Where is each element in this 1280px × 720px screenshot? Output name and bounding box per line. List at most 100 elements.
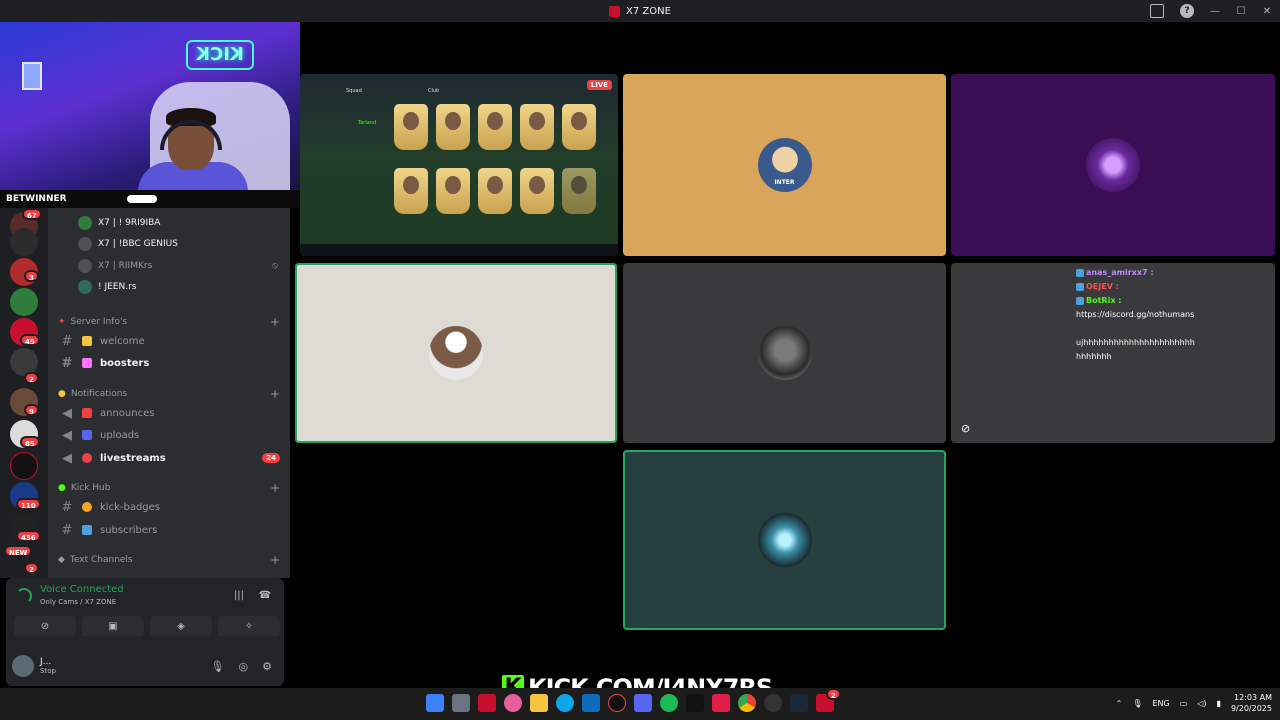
- participant-tile-speaking[interactable]: [623, 450, 946, 630]
- channel-subscribers[interactable]: # subscribers: [54, 519, 280, 541]
- signal-icon[interactable]: [16, 588, 32, 604]
- voice-user[interactable]: X7 | ! 9RI9IBA: [78, 213, 278, 233]
- voice-user[interactable]: X7 | !BBC GENIUS: [78, 234, 278, 254]
- hash-icon: #: [61, 499, 73, 515]
- screen-share-button[interactable]: ▣: [82, 616, 144, 636]
- server-badge: 9: [24, 404, 39, 416]
- settings-gear-icon[interactable]: ⚙: [262, 660, 272, 673]
- category-text-channels[interactable]: ◆ Text Channels +: [58, 552, 280, 568]
- windows-taskbar: 2 ⌃ 🎙 ENG ▭ ◁) ▮ 12:03 AM 9/20/2025: [0, 688, 1280, 720]
- close-button[interactable]: ✕: [1254, 6, 1280, 17]
- server-icon[interactable]: [10, 288, 38, 316]
- server-icon[interactable]: [10, 228, 38, 256]
- file-explorer-icon[interactable]: [530, 694, 548, 712]
- participant-tile[interactable]: [951, 74, 1275, 256]
- player-card: [520, 104, 554, 150]
- screenshare-tile[interactable]: LIVE Squad Club Tarland: [300, 74, 618, 256]
- app-icon[interactable]: [608, 694, 626, 712]
- megaphone-icon: ◀: [62, 450, 72, 466]
- participant-tile-speaking[interactable]: [295, 263, 617, 443]
- avatar: [78, 216, 92, 230]
- avatar: [1086, 138, 1140, 192]
- green-dot-icon: ●: [58, 483, 66, 493]
- voice-user[interactable]: X7 | RIIMKrs ⦸: [78, 256, 278, 276]
- inbox-icon[interactable]: [1150, 4, 1164, 18]
- add-channel-icon[interactable]: +: [270, 315, 280, 329]
- channel-announces[interactable]: ◀ announces: [54, 402, 280, 424]
- windows-start-icon[interactable]: [426, 694, 444, 712]
- category-server-info[interactable]: ✦ Server Info's +: [58, 314, 280, 330]
- chevron-up-icon[interactable]: ⌃: [1116, 699, 1123, 708]
- live-badge: LIVE: [586, 80, 612, 90]
- network-icon[interactable]: ▭: [1180, 699, 1188, 708]
- disconnect-icon[interactable]: ☎: [258, 590, 272, 602]
- participant-tile[interactable]: INTER: [623, 74, 946, 256]
- app-icon[interactable]: [504, 694, 522, 712]
- maximize-button[interactable]: ☐: [1228, 6, 1254, 17]
- sponsor-pill: [126, 195, 157, 203]
- server-badge: 436: [16, 530, 41, 542]
- server-badge: 67: [22, 208, 42, 220]
- wave-emoji-icon: [82, 336, 92, 346]
- add-channel-icon[interactable]: +: [270, 481, 280, 495]
- voice-status[interactable]: Voice Connected: [40, 584, 124, 595]
- channel-uploads[interactable]: ◀ uploads: [54, 424, 280, 446]
- microphone-icon[interactable]: 🎙: [1132, 699, 1142, 708]
- spotify-icon[interactable]: [660, 694, 678, 712]
- channel-boosters[interactable]: # boosters: [54, 352, 280, 374]
- voice-location[interactable]: Only Cams / X7 ZONE: [40, 598, 116, 606]
- add-channel-icon[interactable]: +: [270, 387, 280, 401]
- edge-browser-icon[interactable]: [556, 694, 574, 712]
- help-icon[interactable]: ?: [1180, 4, 1194, 18]
- player-card: [436, 104, 470, 150]
- chat-line: BotRix :: [1076, 294, 1196, 308]
- window-title: X7 ZONE: [626, 5, 671, 17]
- language-indicator[interactable]: ENG: [1152, 699, 1169, 708]
- obs-icon[interactable]: [764, 694, 782, 712]
- notes-app-icon[interactable]: [452, 694, 470, 712]
- channel-welcome[interactable]: # welcome: [54, 330, 280, 352]
- server-badge: 3: [24, 270, 39, 282]
- soundboard-button[interactable]: ✧: [218, 616, 280, 636]
- channel-kick-badges[interactable]: # kick-badges: [54, 496, 280, 518]
- app-icon[interactable]: 2: [816, 688, 841, 712]
- voice-panel: Voice Connected Only Cams / X7 ZONE ||| …: [6, 578, 284, 686]
- app-icon[interactable]: [712, 694, 730, 712]
- microphone-icon[interactable]: 🎙: [211, 660, 225, 673]
- battery-icon[interactable]: ▮: [1217, 699, 1221, 708]
- camera-off-button[interactable]: ⊘: [14, 616, 76, 636]
- server-icon[interactable]: [10, 452, 38, 480]
- neon-sign: KICK: [186, 40, 254, 70]
- chrome-icon[interactable]: [738, 694, 756, 712]
- avatar: [78, 280, 92, 294]
- user-panel: J... Stop 🎙 ◎ ⚙: [12, 652, 278, 680]
- clock[interactable]: 12:03 AM 9/20/2025: [1231, 692, 1272, 714]
- voice-user[interactable]: ! JEEN.rs: [78, 277, 278, 297]
- category-notifications[interactable]: ● Notifications +: [58, 386, 280, 402]
- headphones-icon[interactable]: ◎: [239, 660, 249, 673]
- category-kick-hub[interactable]: ● Kick Hub +: [58, 480, 280, 496]
- server-badge: 45: [20, 334, 40, 346]
- chat-bubble-icon: ◆: [58, 555, 65, 565]
- chat-line: anas_amirxx7 :: [1076, 266, 1196, 280]
- player-card: [436, 168, 470, 214]
- volume-icon[interactable]: ◁): [1197, 699, 1206, 708]
- hash-icon: #: [61, 355, 73, 371]
- activity-button[interactable]: ◈: [150, 616, 212, 636]
- add-channel-icon[interactable]: +: [270, 553, 280, 567]
- player-card: [394, 168, 428, 214]
- server-logo-icon: [609, 5, 621, 17]
- app-icon[interactable]: [686, 694, 704, 712]
- participant-tile[interactable]: [623, 263, 946, 443]
- server-badge: 85: [20, 436, 40, 448]
- discord-icon[interactable]: [634, 694, 652, 712]
- outlook-icon[interactable]: [582, 694, 600, 712]
- steam-icon[interactable]: [790, 694, 808, 712]
- news-app-icon[interactable]: [478, 694, 496, 712]
- noise-suppression-icon[interactable]: |||: [232, 590, 246, 602]
- chat-line: ujhhhhhhhhhhhhhhhhhhhhhhhhhhhhh: [1076, 338, 1195, 361]
- channel-livestreams[interactable]: ◀ livestreams 24: [54, 447, 280, 469]
- avatar[interactable]: [12, 655, 34, 677]
- pin-icon: ✦: [58, 317, 66, 327]
- minimize-button[interactable]: —: [1202, 6, 1228, 17]
